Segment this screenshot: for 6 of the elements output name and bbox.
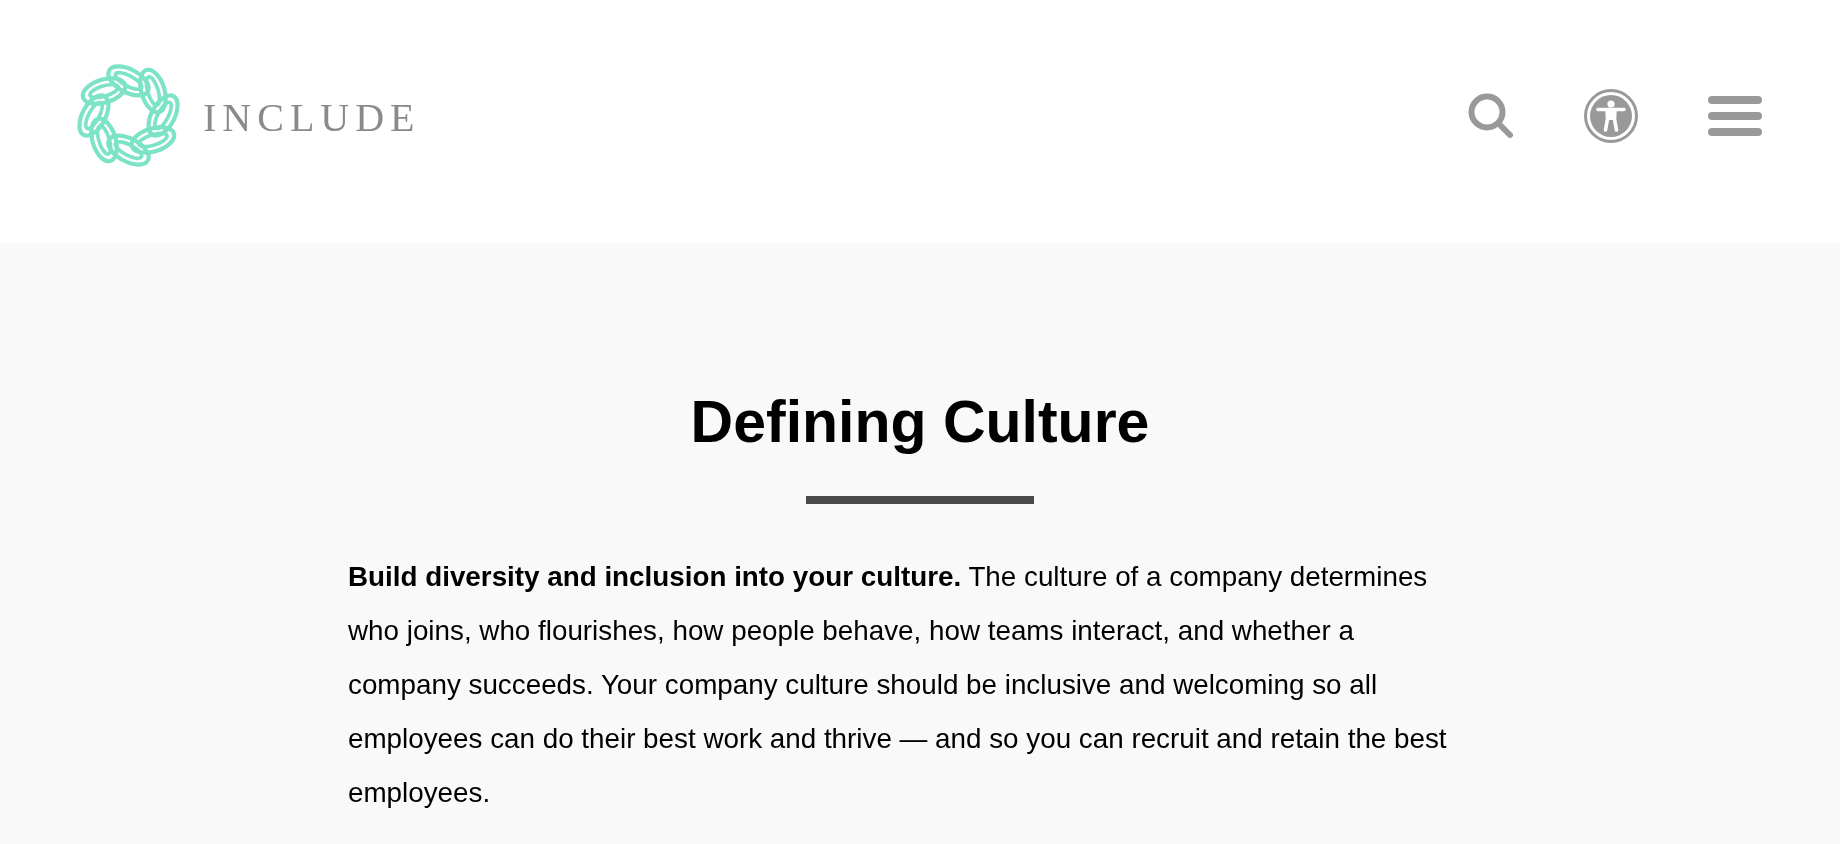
brand-name: INCLUDE xyxy=(203,93,421,138)
search-icon[interactable] xyxy=(1468,92,1514,139)
section-title: Defining Culture xyxy=(690,388,1150,457)
body-paragraph: Build diversity and inclusion into your culture. The culture of a company determines who joins, who flourishes, how people behave, how teams interact, and whether a company succeeds. Your company culture should be inclusive and welcoming so all employees can do their best work and thrive — and so you can recruit and retain the best employees. xyxy=(348,560,1448,810)
menu-icon[interactable] xyxy=(1708,95,1762,136)
accessibility-icon[interactable] xyxy=(1584,88,1638,143)
